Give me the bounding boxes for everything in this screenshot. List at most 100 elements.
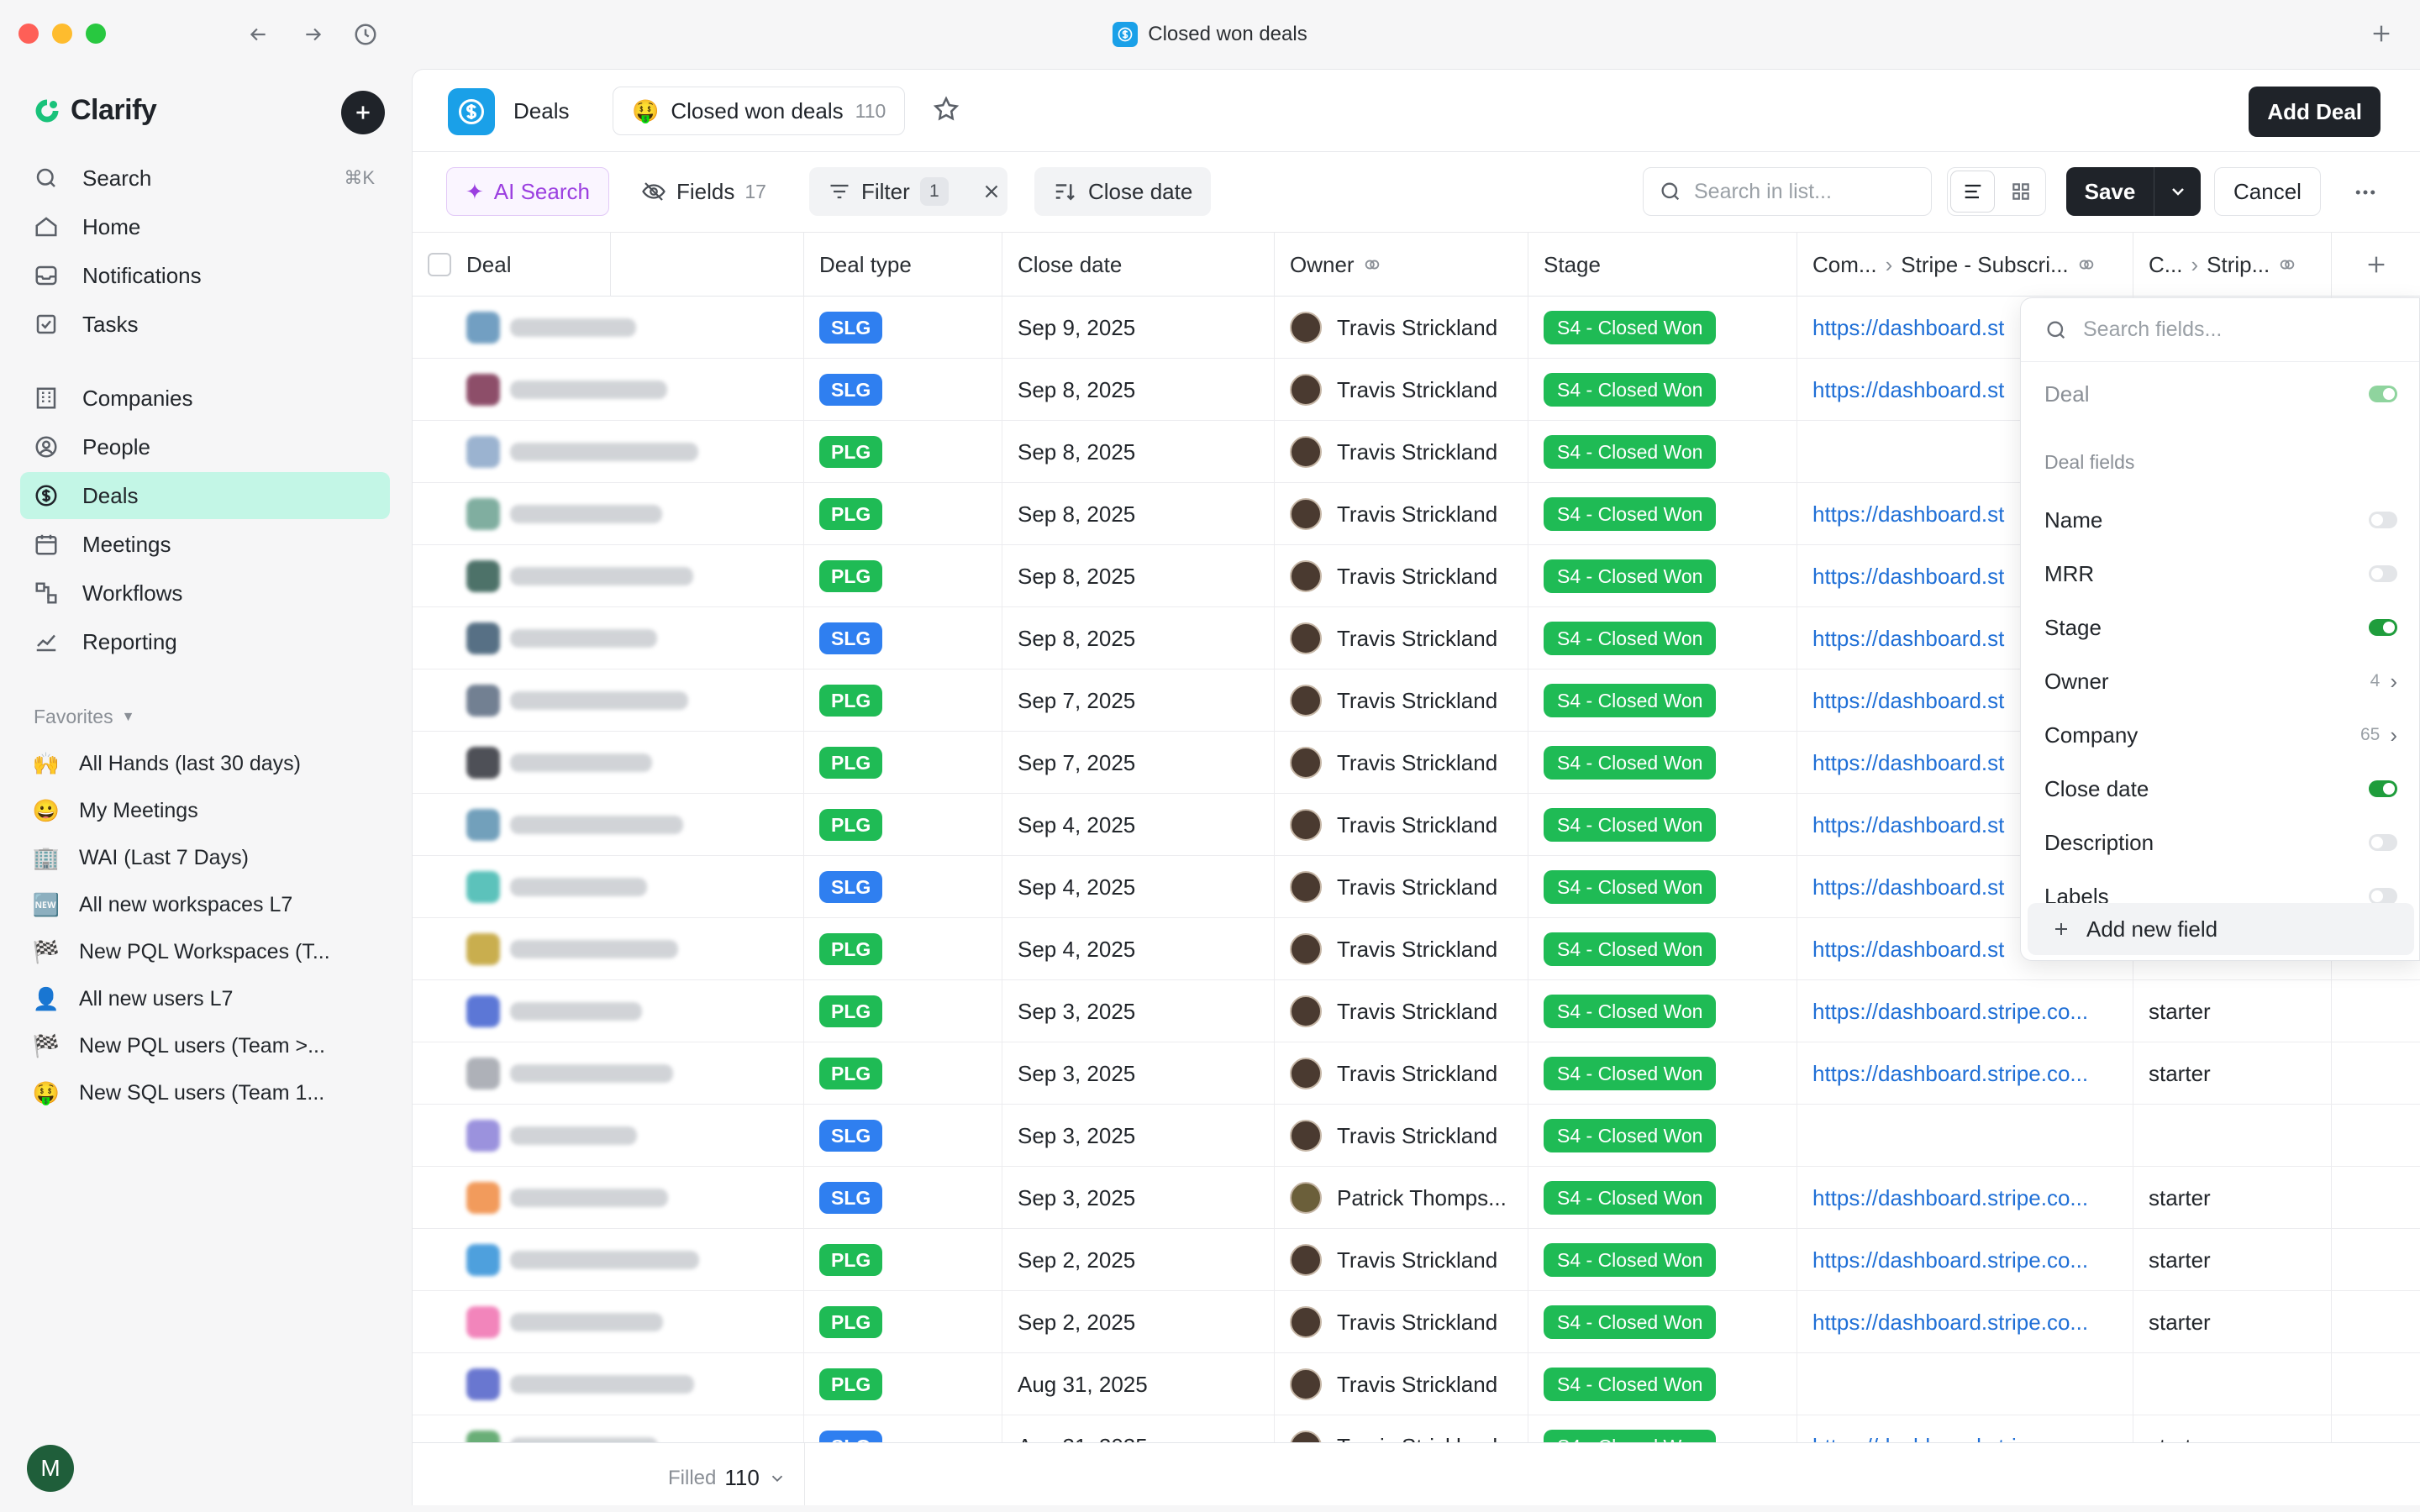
deal-type-cell[interactable]: PLG [804,732,1002,794]
user-avatar[interactable]: M [27,1445,74,1492]
stripe-link-cell[interactable]: https://dashboard.stripe.co... [1797,1415,2133,1442]
deal-type-cell[interactable]: SLG [804,297,1002,359]
table-row[interactable]: PLG Sep 2, 2025 Travis Strickland S4 - Clos… [413,1229,2420,1291]
favorite-item[interactable]: 🙌 All Hands (last 30 days) [32,743,385,785]
stripe-link-cell[interactable] [1797,1105,2133,1167]
deal-type-cell[interactable]: SLG [804,1415,1002,1442]
sidebar-item-tasks[interactable]: Tasks [20,301,390,348]
close-date-cell[interactable]: Sep 7, 2025 [1002,669,1275,732]
stripe-dashboard-link[interactable]: https://dashboard.stripe.co... [1812,1310,2088,1336]
search-fields-input[interactable] [2083,318,2386,342]
table-row[interactable]: SLG Sep 3, 2025 Travis Strickland S4 - Clos… [413,1105,2420,1167]
stripe-plan-cell[interactable] [2133,1353,2332,1415]
stripe-dashboard-link[interactable]: https://dashboard.st [1812,377,2004,403]
deal-name-cell[interactable] [413,545,804,607]
filled-summary[interactable]: Filled 110 [668,1465,786,1491]
sidebar-item-reporting[interactable]: Reporting [20,618,390,665]
deal-type-cell[interactable]: PLG [804,421,1002,483]
column-header-stripe-subscription[interactable]: Com... › Stripe - Subscri... [1797,233,2133,297]
owner-cell[interactable]: Travis Strickland [1275,421,1528,483]
sidebar-item-search[interactable]: Search ⌘K [20,155,390,202]
field-row-mrr[interactable]: MRR [2021,547,2419,601]
cancel-button[interactable]: Cancel [2214,167,2321,216]
stripe-link-cell[interactable]: https://dashboard.stripe.co... [1797,1167,2133,1229]
grid-view-icon[interactable] [1999,171,2042,212]
owner-cell[interactable]: Travis Strickland [1275,359,1528,421]
stripe-dashboard-link[interactable]: https://dashboard.st [1812,812,2004,838]
column-header-stripe-plan[interactable]: C... › Strip... [2133,233,2332,297]
deal-type-cell[interactable]: PLG [804,1229,1002,1291]
sidebar-item-meetings[interactable]: Meetings [20,521,390,568]
stripe-plan-cell[interactable]: starter [2133,1291,2332,1353]
add-deal-button[interactable]: Add Deal [2249,87,2381,137]
stage-cell[interactable]: S4 - Closed Won [1528,297,1797,359]
sidebar-item-workflows[interactable]: Workflows [20,570,390,617]
stripe-dashboard-link[interactable]: https://dashboard.stripe.co... [1812,1061,2088,1087]
breadcrumb-deals[interactable]: Deals [513,98,569,124]
deal-name-cell[interactable] [413,1291,804,1353]
stripe-link-cell[interactable]: https://dashboard.stripe.co... [1797,980,2133,1042]
close-date-cell[interactable]: Sep 7, 2025 [1002,732,1275,794]
stripe-dashboard-link[interactable]: https://dashboard.st [1812,564,2004,590]
deal-name-cell[interactable] [413,1105,804,1167]
sidebar-item-home[interactable]: Home [20,203,390,250]
stripe-link-cell[interactable]: https://dashboard.stripe.co... [1797,1291,2133,1353]
close-date-cell[interactable]: Sep 8, 2025 [1002,545,1275,607]
favorite-item[interactable]: 🤑 New SQL users (Team 1... [32,1072,385,1114]
stripe-link-cell[interactable]: https://dashboard.stripe.co... [1797,1042,2133,1105]
close-date-cell[interactable]: Sep 3, 2025 [1002,980,1275,1042]
favorite-star-icon[interactable] [932,95,960,128]
close-date-cell[interactable]: Sep 3, 2025 [1002,1167,1275,1229]
stage-cell[interactable]: S4 - Closed Won [1528,794,1797,856]
field-row-owner[interactable]: Owner 4 › [2021,654,2419,708]
sort-close-date-button[interactable]: Close date [1034,167,1212,216]
field-visibility-toggle[interactable] [2369,512,2397,528]
stripe-plan-cell[interactable]: starter [2133,1042,2332,1105]
deal-name-cell[interactable] [413,1353,804,1415]
owner-cell[interactable]: Travis Strickland [1275,669,1528,732]
deal-name-cell[interactable] [413,359,804,421]
deal-name-cell[interactable] [413,794,804,856]
owner-cell[interactable]: Travis Strickland [1275,1291,1528,1353]
deal-name-cell[interactable] [413,1042,804,1105]
table-row[interactable]: PLG Sep 3, 2025 Travis Strickland S4 - Clos… [413,1042,2420,1105]
deal-type-cell[interactable]: SLG [804,1167,1002,1229]
deal-name-cell[interactable] [413,732,804,794]
deal-type-cell[interactable]: PLG [804,483,1002,545]
stage-cell[interactable]: S4 - Closed Won [1528,545,1797,607]
owner-cell[interactable]: Travis Strickland [1275,607,1528,669]
sidebar-item-notifications[interactable]: Notifications [20,252,390,299]
field-row-name[interactable]: Name [2021,493,2419,547]
stage-cell[interactable]: S4 - Closed Won [1528,607,1797,669]
owner-cell[interactable]: Travis Strickland [1275,483,1528,545]
close-date-cell[interactable]: Aug 31, 2025 [1002,1353,1275,1415]
stage-cell[interactable]: S4 - Closed Won [1528,1291,1797,1353]
owner-cell[interactable]: Travis Strickland [1275,794,1528,856]
stage-cell[interactable]: S4 - Closed Won [1528,1415,1797,1442]
field-row-company[interactable]: Company 65 › [2021,708,2419,762]
stripe-dashboard-link[interactable]: https://dashboard.st [1812,501,2004,528]
deal-type-cell[interactable]: PLG [804,918,1002,980]
table-row[interactable]: PLG Sep 3, 2025 Travis Strickland S4 - Clos… [413,980,2420,1042]
field-row-close-date[interactable]: Close date [2021,762,2419,816]
column-header-deal[interactable]: Deal [413,233,611,297]
list-view-icon[interactable] [1951,171,1994,212]
stripe-plan-cell[interactable]: starter [2133,1229,2332,1291]
favorite-item[interactable]: 🏁 New PQL users (Team >... [32,1025,385,1067]
field-row-description[interactable]: Description [2021,816,2419,869]
favorites-header[interactable]: Favorites ▼ [34,706,134,728]
deal-name-cell[interactable] [413,669,804,732]
close-date-cell[interactable]: Sep 4, 2025 [1002,918,1275,980]
owner-cell[interactable]: Travis Strickland [1275,856,1528,918]
owner-cell[interactable]: Travis Strickland [1275,1353,1528,1415]
new-tab-plus-icon[interactable] [2366,18,2396,49]
app-logo[interactable]: Clarify [32,94,157,127]
stripe-dashboard-link[interactable]: https://dashboard.stripe.co... [1812,1434,2088,1443]
filter-button[interactable]: Filter 1 [809,167,1007,216]
favorite-item[interactable]: 🏢 WAI (Last 7 Days) [32,837,385,879]
close-date-cell[interactable]: Sep 2, 2025 [1002,1291,1275,1353]
field-visibility-toggle[interactable] [2369,834,2397,851]
select-all-checkbox[interactable] [428,253,451,276]
deal-name-cell[interactable] [413,1415,804,1442]
deal-type-cell[interactable]: SLG [804,1105,1002,1167]
